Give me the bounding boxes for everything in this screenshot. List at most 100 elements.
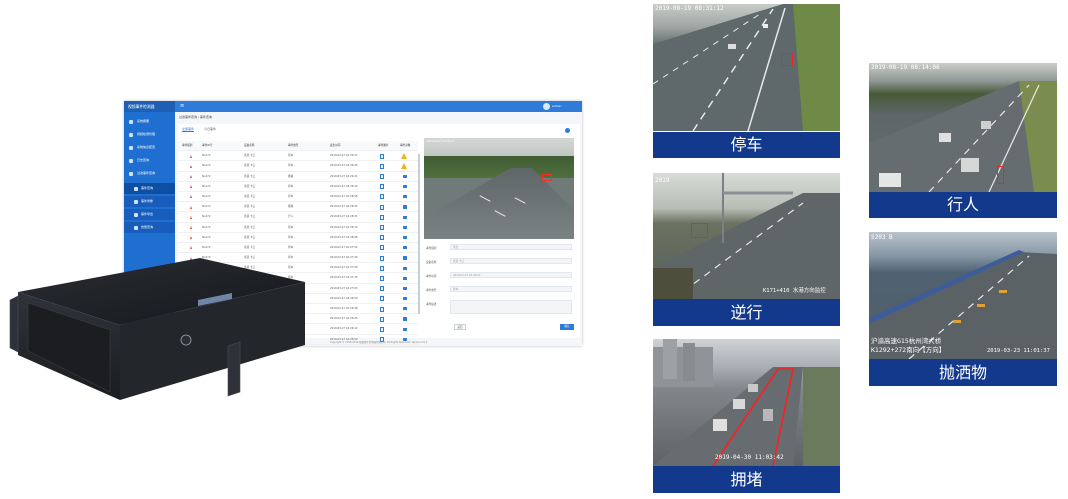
document-icon[interactable] [380,163,384,169]
table-cell-time: 2019-03-27 16:26:12 [330,327,358,331]
sidebar-item-event-export[interactable]: 事件导出 [124,209,175,220]
sidebar-item-overview[interactable]: 系统概要 [124,116,175,127]
document-icon[interactable] [380,245,384,251]
table-cell-device: 省道·卡口 [244,174,256,178]
table-scrollbar[interactable] [418,154,420,314]
warning-icon[interactable] [401,162,407,169]
camera-icon[interactable] [403,327,407,331]
sidebar-item-alarm-query[interactable]: 告警查询 [124,222,175,233]
camera-location-label: K171+410 水港方向监控 [763,288,826,294]
tab-today-events[interactable]: 今日事件 [204,127,216,131]
sidebar-item-label: 告警查询 [141,225,154,229]
document-icon[interactable] [380,286,384,292]
table-cell-device: 省道·卡口 [244,276,256,280]
table-row[interactable]: No172 省道·卡口 停车 2019-03-27 16:26:38 [178,304,418,315]
table-row[interactable]: No172 省道·卡口 停车 2019-03-27 16:27:28 [178,263,418,274]
table-row[interactable]: No172 省道·卡口 停车 2019-03-27 16:29:47 [178,151,418,162]
table-row[interactable]: No172 省道·卡口 停车 2019-03-27 16:28:06 [178,233,418,243]
alert-triangle-icon [190,175,192,179]
warning-icon[interactable] [401,152,407,159]
camera-icon[interactable] [403,297,407,301]
table-row[interactable]: No172 省道·卡口 行人 2019-03-27 16:28:31 [178,212,418,223]
detection-box [997,166,1004,184]
table-row[interactable]: No172 省道·卡口 停车 2019-03-27 16:28:19 [178,223,418,233]
table-cell-type: 停车 [288,256,294,260]
table-row[interactable]: No172 省道·卡口 停车 2019-03-27 16:27:03 [178,284,418,294]
table-row[interactable]: No172 省道·卡口 停车 2019-03-27 16:27:40 [178,253,418,264]
sidebar-item-video-detection[interactable]: 视频检测管理 [124,129,175,140]
camera-icon[interactable] [403,256,407,260]
table-cell-type: 停车 [288,276,294,280]
document-icon[interactable] [380,174,384,180]
document-icon[interactable] [380,214,384,220]
table-cell-time: 2019-03-27 16:28:06 [330,235,358,239]
user-avatar[interactable] [543,103,550,110]
document-icon[interactable] [380,194,384,200]
sidebar-item-system-config[interactable]: 系统信息配置 [124,142,175,153]
sidebar-item-event-query[interactable]: 事件查询 [124,183,175,194]
camera-icon[interactable] [403,215,407,219]
sidebar-item-label: 事件导出 [141,212,154,216]
table-cell-device: 省道·卡口 [244,307,256,310]
front-vent-panel [27,302,111,393]
app-sidebar: 系统概要 视频检测管理 系统信息配置 日志查询 过滤事件查询 事件查询 事件录像… [124,112,175,346]
user-name[interactable]: admin [552,101,561,112]
table-row[interactable]: No172 省道·卡口 停车 2019-03-27 16:29:10 [178,182,418,192]
event-type-field[interactable]: 停车 [450,286,572,292]
document-icon[interactable] [380,265,384,271]
document-icon[interactable] [380,235,384,241]
right-rack-handle[interactable] [227,341,241,397]
table-row[interactable]: No172 省道·卡口 拥堵 2019-03-27 16:29:21 [178,172,418,182]
document-icon[interactable] [380,275,384,281]
camera-icon[interactable] [403,307,407,311]
camera-icon[interactable] [403,225,407,229]
table-row[interactable]: No172 省道·卡口 拥堵 2019-03-27 16:28:45 [178,202,418,213]
document-icon[interactable] [380,306,384,312]
table-cell-device: 省道·卡口 [244,317,256,321]
event-snapshot-preview[interactable]: 2019-03-27 16:29:47 [424,138,574,239]
document-icon[interactable] [380,316,384,322]
table-row[interactable]: No172 省道·卡口 停车 2019-03-27 16:27:15 [178,273,418,284]
table-row[interactable]: No172 省道·卡口 停车 2019-03-27 16:27:52 [178,243,418,254]
table-cell-id: No172 [202,205,211,209]
parking-camera-image: 2019-08-19 08:31:12 [653,4,840,131]
document-icon[interactable] [380,296,384,302]
sidebar-item-logs[interactable]: 日志查询 [124,155,175,166]
camera-icon[interactable] [403,185,407,189]
sidebar-item-event-video[interactable]: 事件录像 [124,196,175,207]
confirm-button[interactable]: 确认 [560,324,574,330]
camera-icon[interactable] [403,276,407,280]
camera-icon[interactable] [403,317,407,321]
document-icon[interactable] [380,225,384,230]
table-cell-time: 2019-03-27 16:29:34 [330,164,358,168]
export-icon [134,212,138,217]
table-row[interactable]: No172 省道·卡口 停车 2019-03-27 16:26:50 [178,294,418,304]
camera-icon[interactable] [403,195,407,199]
document-icon[interactable] [380,326,384,332]
table-row[interactable]: No172 省道·卡口 停车 2019-03-27 16:29:34 [178,161,418,172]
table-row[interactable]: No172 省道·卡口 停车 2019-03-27 16:28:58 [178,192,418,203]
return-button[interactable]: 返回 [454,324,466,330]
camera-icon[interactable] [403,286,407,291]
event-description-field[interactable] [450,300,572,314]
camera-icon[interactable] [403,174,407,179]
table-row[interactable]: No172 省道·卡口 停车 2019-03-27 16:26:12 [178,324,418,335]
sidebar-item-filter-events[interactable]: 过滤事件查询 [124,168,175,179]
tab-all-events[interactable]: 全部事件 [182,127,195,132]
document-icon[interactable] [380,204,384,210]
document-icon[interactable] [380,184,384,190]
document-icon[interactable] [380,255,384,261]
camera-icon[interactable] [403,205,407,209]
refresh-icon[interactable] [565,128,570,133]
left-rack-handle[interactable] [9,295,19,353]
camera-icon[interactable] [403,235,407,240]
table-row[interactable]: No172 省道·卡口 拥堵 2019-03-27 16:26:25 [178,314,418,325]
camera-mileage-label: K1292+272南向【方向】 [871,346,946,354]
camera-icon[interactable] [403,246,407,250]
event-level-field[interactable]: 紧急 [450,244,572,250]
menu-icon[interactable]: ≡ [180,103,184,110]
camera-icon[interactable] [403,266,407,270]
event-time-field[interactable]: 2019-03-27 16:29:47 [450,272,572,278]
device-name-field[interactable]: 省道·卡口 [450,258,572,264]
document-icon[interactable] [380,153,384,159]
